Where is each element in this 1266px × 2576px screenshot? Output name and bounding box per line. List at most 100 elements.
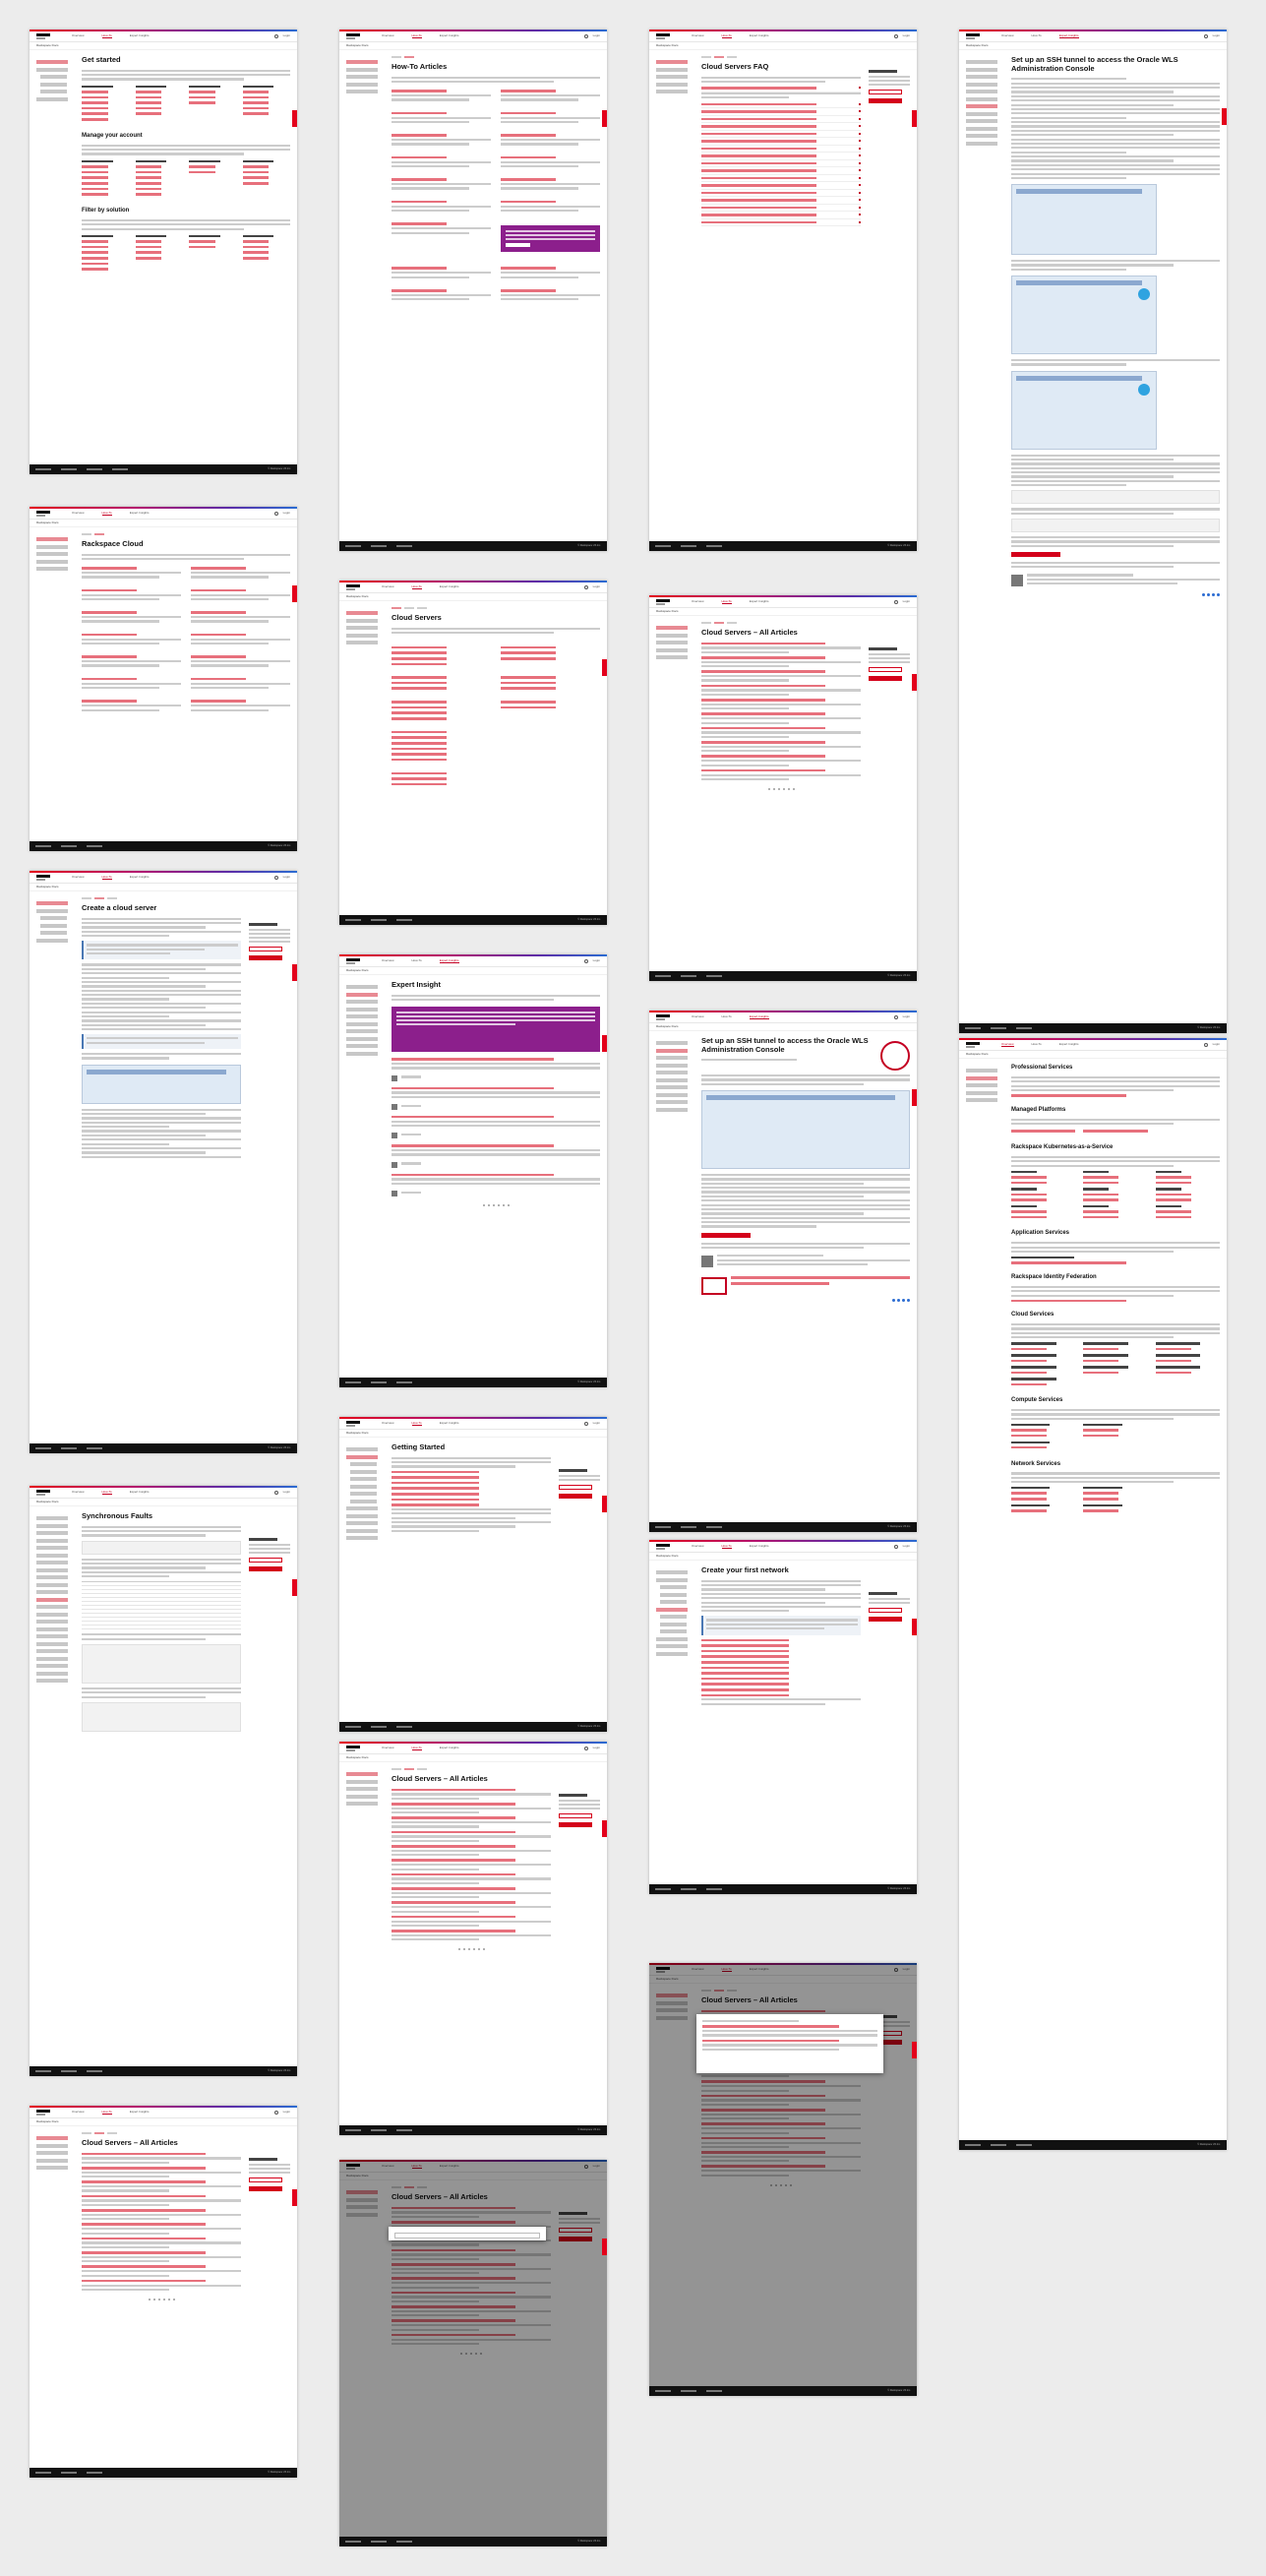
nav-how-to[interactable]: How-To: [411, 2164, 422, 2170]
cta-button[interactable]: [1011, 551, 1060, 557]
nav-how-to[interactable]: How-To: [101, 2110, 112, 2116]
nav-overview[interactable]: Overview: [692, 1014, 704, 1019]
nav-overview[interactable]: Overview: [382, 33, 394, 38]
feedback-tab[interactable]: [912, 1619, 917, 1635]
feedback-button[interactable]: [869, 89, 902, 94]
search-icon[interactable]: [273, 512, 278, 516]
nav-overview[interactable]: Overview: [1001, 1042, 1014, 1048]
feedback-button[interactable]: [869, 1607, 902, 1613]
contact-button[interactable]: [869, 675, 902, 681]
faq-item[interactable]: [701, 190, 861, 198]
search-icon[interactable]: [273, 2111, 278, 2115]
search-input[interactable]: [394, 2233, 540, 2239]
nav-how-to[interactable]: How-To: [101, 33, 112, 39]
rackspace-logo[interactable]: [36, 1490, 54, 1496]
faq-item[interactable]: [701, 205, 861, 213]
contact-button[interactable]: [559, 1821, 592, 1827]
nav-expert-insights[interactable]: Expert Insights: [130, 1490, 150, 1495]
feedback-tab[interactable]: [602, 1496, 607, 1512]
feedback-tab[interactable]: [292, 585, 297, 602]
feedback-button[interactable]: [249, 2177, 282, 2182]
nav-how-to[interactable]: How-To: [721, 599, 732, 605]
rackspace-logo[interactable]: [346, 958, 364, 964]
share-icons[interactable]: [701, 1299, 910, 1303]
nav-how-to[interactable]: How-To: [721, 1544, 732, 1550]
rackspace-logo[interactable]: [36, 875, 54, 881]
nav-expert-insights[interactable]: Expert Insights: [750, 1544, 769, 1549]
nav-how-to[interactable]: How-To: [412, 958, 422, 963]
nav-how-to[interactable]: How-To: [101, 511, 112, 517]
cta-button[interactable]: [701, 1232, 751, 1238]
nav-overview[interactable]: Overview: [72, 1490, 85, 1495]
rackspace-logo[interactable]: [656, 1544, 674, 1550]
search-icon[interactable]: [583, 585, 588, 589]
login-link[interactable]: Login: [283, 33, 290, 38]
nav-expert-insights[interactable]: Expert Insights: [440, 1421, 459, 1426]
feedback-tab[interactable]: [912, 674, 917, 691]
contact-button[interactable]: [249, 1565, 282, 1571]
feedback-tab[interactable]: [602, 2239, 607, 2255]
nav-overview[interactable]: Overview: [72, 33, 85, 38]
sidebar-item[interactable]: [36, 60, 69, 64]
nav-overview[interactable]: Overview: [382, 584, 394, 589]
contact-button[interactable]: [559, 1493, 592, 1499]
nav-expert-insights[interactable]: Expert Insights: [440, 584, 459, 589]
nav-expert-insights[interactable]: Expert Insights: [440, 33, 459, 38]
faq-item[interactable]: [701, 160, 861, 168]
login-link[interactable]: Login: [593, 584, 600, 589]
nav-how-to[interactable]: How-To: [1032, 1042, 1042, 1047]
login-link[interactable]: Login: [593, 33, 600, 38]
search-icon[interactable]: [583, 2165, 588, 2169]
nav-expert-insights[interactable]: Expert Insights: [440, 1746, 459, 1750]
sidebar-item[interactable]: [36, 96, 69, 101]
login-link[interactable]: Login: [593, 2164, 600, 2169]
rackspace-logo[interactable]: [346, 1421, 364, 1427]
promo-banner[interactable]: [501, 225, 600, 253]
search-modal[interactable]: [389, 2227, 546, 2240]
feedback-tab[interactable]: [292, 2189, 297, 2206]
login-link[interactable]: Login: [283, 511, 290, 516]
search-icon[interactable]: [893, 1968, 898, 1972]
feedback-tab[interactable]: [292, 110, 297, 127]
rackspace-logo[interactable]: [966, 33, 984, 39]
rackspace-logo[interactable]: [346, 33, 364, 39]
faq-item[interactable]: [701, 153, 861, 160]
nav-expert-insights[interactable]: Expert Insights: [1059, 1042, 1079, 1047]
contact-button[interactable]: [249, 2185, 282, 2191]
pagination[interactable]: [392, 1203, 600, 1206]
faq-item[interactable]: [701, 108, 861, 116]
search-icon[interactable]: [893, 34, 898, 38]
nav-overview[interactable]: Overview: [692, 33, 704, 38]
nav-expert-insights[interactable]: Expert Insights: [750, 33, 769, 38]
nav-overview[interactable]: Overview: [382, 958, 394, 963]
search-icon[interactable]: [583, 959, 588, 963]
nav-expert-insights[interactable]: Expert Insights: [130, 511, 150, 516]
nav-expert-insights[interactable]: Expert Insights: [439, 958, 459, 964]
nav-expert-insights[interactable]: Expert Insights: [130, 2110, 150, 2115]
nav-expert-insights[interactable]: Expert Insights: [750, 1967, 769, 1972]
rackspace-logo[interactable]: [966, 1042, 984, 1048]
nav-overview[interactable]: Overview: [382, 1421, 394, 1426]
nav-how-to[interactable]: How-To: [721, 33, 732, 39]
nav-overview[interactable]: Overview: [692, 599, 704, 604]
nav-expert-insights[interactable]: Expert Insights: [749, 1014, 769, 1020]
feedback-tab[interactable]: [602, 659, 607, 676]
nav-how-to[interactable]: How-To: [411, 1421, 422, 1427]
feedback-button[interactable]: [249, 1557, 282, 1563]
login-link[interactable]: Login: [283, 875, 290, 880]
nav-how-to[interactable]: How-To: [101, 1490, 112, 1496]
nav-overview[interactable]: Overview: [382, 2164, 394, 2169]
nav-expert-insights[interactable]: Expert Insights: [440, 2164, 459, 2169]
quick-view-popup[interactable]: [696, 2014, 883, 2073]
login-link[interactable]: Login: [903, 1967, 910, 1972]
feedback-tab[interactable]: [912, 110, 917, 127]
faq-item[interactable]: [701, 182, 861, 190]
feedback-tab[interactable]: [1222, 108, 1227, 125]
nav-expert-insights[interactable]: Expert Insights: [750, 599, 769, 604]
rackspace-logo[interactable]: [36, 2110, 54, 2116]
feedback-tab[interactable]: [602, 1820, 607, 1837]
nav-overview[interactable]: Overview: [72, 875, 85, 880]
login-link[interactable]: Login: [593, 1746, 600, 1750]
pagination[interactable]: [701, 788, 861, 791]
rackspace-logo[interactable]: [346, 1746, 364, 1751]
